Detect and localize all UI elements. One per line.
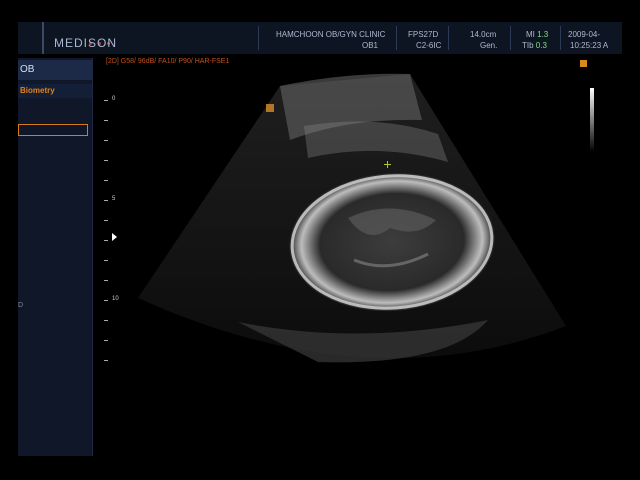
depth-label: 5 — [112, 196, 116, 202]
depth-tick — [104, 360, 108, 361]
orientation-marker — [580, 60, 587, 67]
ultrasound-screen: MEDISON HAMCHOON OB/GYN CLINIC OB1 FPS27… — [18, 22, 622, 456]
depth-tick — [104, 200, 108, 201]
imaging-parameters: [2D] G58/ 96dB/ FA10/ P90/ HAR-FSE1 — [106, 58, 230, 65]
depth-tick — [104, 220, 108, 221]
depth-tick — [104, 300, 108, 301]
depth-tick — [104, 160, 108, 161]
depth-tick — [104, 240, 108, 241]
caliper-cursor[interactable] — [384, 161, 391, 168]
focus-marker — [266, 104, 274, 112]
depth-label: 10 — [112, 296, 119, 302]
depth-tick — [104, 260, 108, 261]
depth-tick — [104, 140, 108, 141]
depth-tick — [104, 180, 108, 181]
depth-label: 0 — [112, 96, 116, 102]
depth-tick — [104, 320, 108, 321]
depth-tick — [104, 280, 108, 281]
depth-tick — [104, 120, 108, 121]
grayscale-bar — [590, 88, 594, 152]
depth-tick — [104, 100, 108, 101]
depth-scale: 0 5 10 — [104, 92, 124, 372]
depth-tick — [104, 340, 108, 341]
